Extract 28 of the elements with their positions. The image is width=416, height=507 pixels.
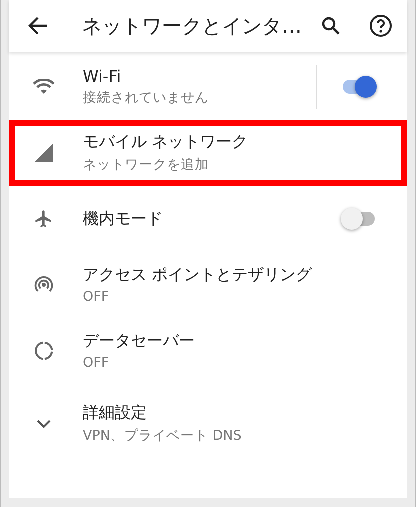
toggle-switch[interactable] bbox=[341, 76, 377, 98]
setting-title: 詳細設定 bbox=[83, 403, 148, 424]
search-icon bbox=[321, 16, 341, 36]
signal-icon bbox=[34, 143, 54, 163]
help-icon bbox=[369, 14, 393, 38]
setting-summary: OFF bbox=[83, 355, 110, 371]
page-title: ネットワークとインタ… bbox=[82, 12, 303, 40]
setting-summary: ネットワークを追加 bbox=[83, 156, 210, 174]
setting-summary: VPN、プライベート DNS bbox=[83, 427, 243, 445]
back-arrow-icon bbox=[28, 17, 48, 35]
setting-summary: OFF bbox=[83, 289, 110, 305]
setting-title: モバイル ネットワーク bbox=[83, 132, 250, 153]
setting-summary: 接続されていません bbox=[83, 89, 210, 107]
airplane-icon bbox=[34, 209, 54, 229]
setting-title: データセーバー bbox=[83, 331, 196, 352]
data-saver-icon bbox=[33, 340, 55, 362]
highlighted-settings-row[interactable]: モバイル ネットワーク ネットワークを追加 bbox=[9, 120, 407, 186]
wifi-icon bbox=[33, 79, 55, 95]
toggle-switch[interactable] bbox=[341, 208, 377, 230]
settings-row[interactable]: データセーバー OFF bbox=[9, 318, 407, 384]
settings-row[interactable]: 機内モード bbox=[9, 186, 407, 252]
settings-row[interactable]: 詳細設定 VPN、プライベート DNS bbox=[9, 384, 407, 464]
settings-row[interactable]: Wi-Fi 接続されていません bbox=[9, 54, 407, 120]
setting-title: 機内モード bbox=[83, 208, 164, 230]
settings-row[interactable]: アクセス ポイントとテザリング OFF bbox=[9, 252, 407, 318]
setting-title: アクセス ポイントとテザリング bbox=[83, 265, 314, 286]
chevron-down-icon bbox=[37, 420, 51, 428]
setting-title: Wi-Fi bbox=[83, 67, 122, 86]
